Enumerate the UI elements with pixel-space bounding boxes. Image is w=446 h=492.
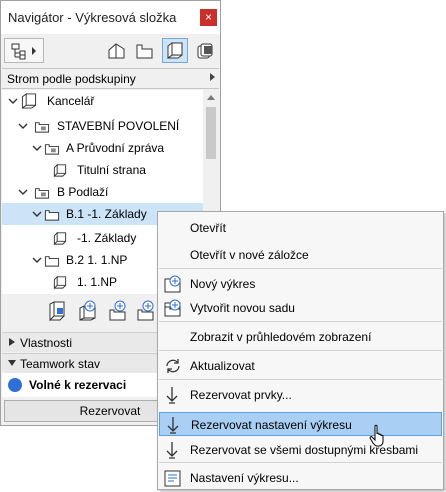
toolbar — [1, 34, 220, 68]
publisher-sets-icon — [197, 43, 213, 58]
new-master-icon[interactable] — [78, 300, 98, 322]
context-menu-item-label: Rezervovat nastavení výkresu — [191, 418, 352, 432]
tree-item[interactable]: B Podlaží — [2, 181, 203, 203]
view-folder-icon — [136, 44, 153, 58]
layout-page-icon — [53, 275, 67, 290]
new-subset-icon[interactable] — [108, 300, 128, 322]
tree-item-label: Titulní strana — [77, 163, 146, 177]
context-menu-item-label: Aktualizovat — [190, 359, 255, 373]
collapsed-triangle-icon — [9, 338, 15, 346]
tree-item[interactable]: STAVEBNÍ POVOLENÍ — [2, 115, 203, 137]
folder-icon — [34, 122, 50, 133]
menu-separator — [159, 321, 442, 322]
context-menu-item-label: Rezervovat prvky... — [190, 388, 292, 402]
new-drawing-icon[interactable] — [136, 300, 156, 322]
teamwork-section-label: Teamwork stav — [20, 357, 101, 371]
chevron-down-icon[interactable] — [18, 187, 28, 197]
context-menu-item[interactable]: Nový výkres — [159, 272, 442, 296]
chevron-down-icon[interactable] — [32, 209, 42, 219]
view-map-button[interactable] — [132, 38, 158, 63]
chevron-down-icon[interactable] — [18, 121, 28, 131]
reserve-arrow-icon — [166, 442, 178, 459]
context-menu-item[interactable]: Vytvořit novou sadu — [159, 296, 442, 320]
tree-item-label: 1. 1.NP — [77, 275, 118, 289]
menu-separator — [159, 350, 442, 351]
scroll-thumb[interactable] — [206, 107, 216, 159]
context-menu-item-label: Otevřít — [190, 221, 227, 235]
layout-page-icon — [53, 163, 67, 178]
view-mode-dropdown[interactable]: Strom podle podskupiny — [2, 68, 219, 89]
project-map-button[interactable] — [104, 38, 130, 63]
status-indicator-icon — [8, 378, 22, 392]
menu-separator — [159, 379, 442, 380]
status-label: Volné k rezervaci — [29, 378, 127, 392]
title-bar: Navigátor - Výkresová složka × — [1, 1, 220, 34]
tree-item-label: B.2 1. 1.NP — [66, 253, 128, 267]
context-menu-item-label: Nový výkres — [190, 277, 256, 291]
reserve-arrow-icon — [166, 387, 178, 404]
context-menu-item-label: Vytvořit novou sadu — [190, 301, 295, 315]
new-set-icon — [164, 299, 181, 317]
new-drawing-icon — [164, 275, 181, 293]
context-menu-item[interactable]: Rezervovat se všemi dostupnými kresbami — [159, 438, 442, 462]
context-menu-item[interactable]: Otevřít — [159, 216, 442, 240]
chevron-down-icon[interactable] — [32, 143, 42, 153]
new-layout-icon[interactable] — [48, 300, 68, 322]
tree-item[interactable]: Kancelář — [2, 90, 203, 112]
scroll-up-icon[interactable] — [207, 95, 215, 100]
properties-section-label: Vlastnosti — [20, 336, 73, 350]
layout-page-icon — [53, 231, 67, 246]
window-title: Navigátor - Výkresová složka — [8, 10, 177, 25]
folder-icon — [44, 256, 60, 267]
refresh-icon — [166, 359, 180, 373]
tree-item-label: B Podlaží — [57, 185, 109, 199]
navigator-menu-button[interactable] — [4, 38, 44, 63]
context-menu-item-label: Nastavení výkresu... — [190, 471, 299, 485]
folder-icon — [44, 144, 60, 155]
mouse-cursor-icon — [369, 424, 384, 447]
tree-item-label: -1. Základy — [77, 231, 137, 245]
context-menu-item-label: Zobrazit v průhledovém zobrazení — [190, 330, 372, 344]
publisher-sets-button[interactable] — [193, 38, 219, 63]
tree-item[interactable]: Titulní strana — [2, 159, 203, 181]
layout-book-icon — [167, 41, 183, 59]
house-icon — [108, 42, 125, 58]
close-button[interactable]: × — [200, 9, 217, 26]
context-menu-item[interactable]: Otevřít v nové záložce — [159, 243, 442, 267]
context-menu-item[interactable]: Rezervovat prvky... — [159, 383, 442, 407]
folder-icon — [34, 188, 50, 199]
menu-separator — [159, 462, 442, 463]
tree-structure-icon — [11, 43, 36, 59]
folder-icon — [44, 210, 60, 221]
layout-book-icon — [21, 93, 37, 109]
context-menu-item[interactable]: Aktualizovat — [159, 354, 442, 378]
layout-book-button[interactable] — [162, 38, 188, 63]
tree-item-label: A Průvodní zpráva — [66, 141, 165, 155]
context-menu-item[interactable]: Zobrazit v průhledovém zobrazení — [159, 325, 442, 349]
reserve-arrow-icon — [167, 417, 179, 434]
tree-item-label: B.1 -1. Základy — [66, 207, 147, 221]
tree-item[interactable]: A Průvodní zpráva — [2, 137, 203, 159]
expanded-triangle-icon — [8, 360, 16, 366]
chevron-down-icon[interactable] — [8, 96, 18, 106]
context-menu-item[interactable]: Rezervovat nastavení výkresu — [159, 412, 442, 436]
context-menu: Otevřít Otevřít v nové záložce Nový výkres… — [157, 211, 444, 490]
tree-item-label: Kancelář — [47, 94, 95, 108]
view-mode-label: Strom podle podskupiny — [7, 72, 136, 86]
context-menu-item-label: Otevřít v nové záložce — [190, 248, 309, 262]
chevron-down-icon[interactable] — [32, 255, 42, 265]
context-menu-item[interactable]: Nastavení výkresu... — [159, 466, 442, 490]
tree-item-label: STAVEBNÍ POVOLENÍ — [57, 119, 180, 133]
menu-separator — [159, 268, 442, 269]
drawing-settings-icon — [164, 470, 181, 487]
dropdown-arrow-icon — [210, 73, 215, 81]
